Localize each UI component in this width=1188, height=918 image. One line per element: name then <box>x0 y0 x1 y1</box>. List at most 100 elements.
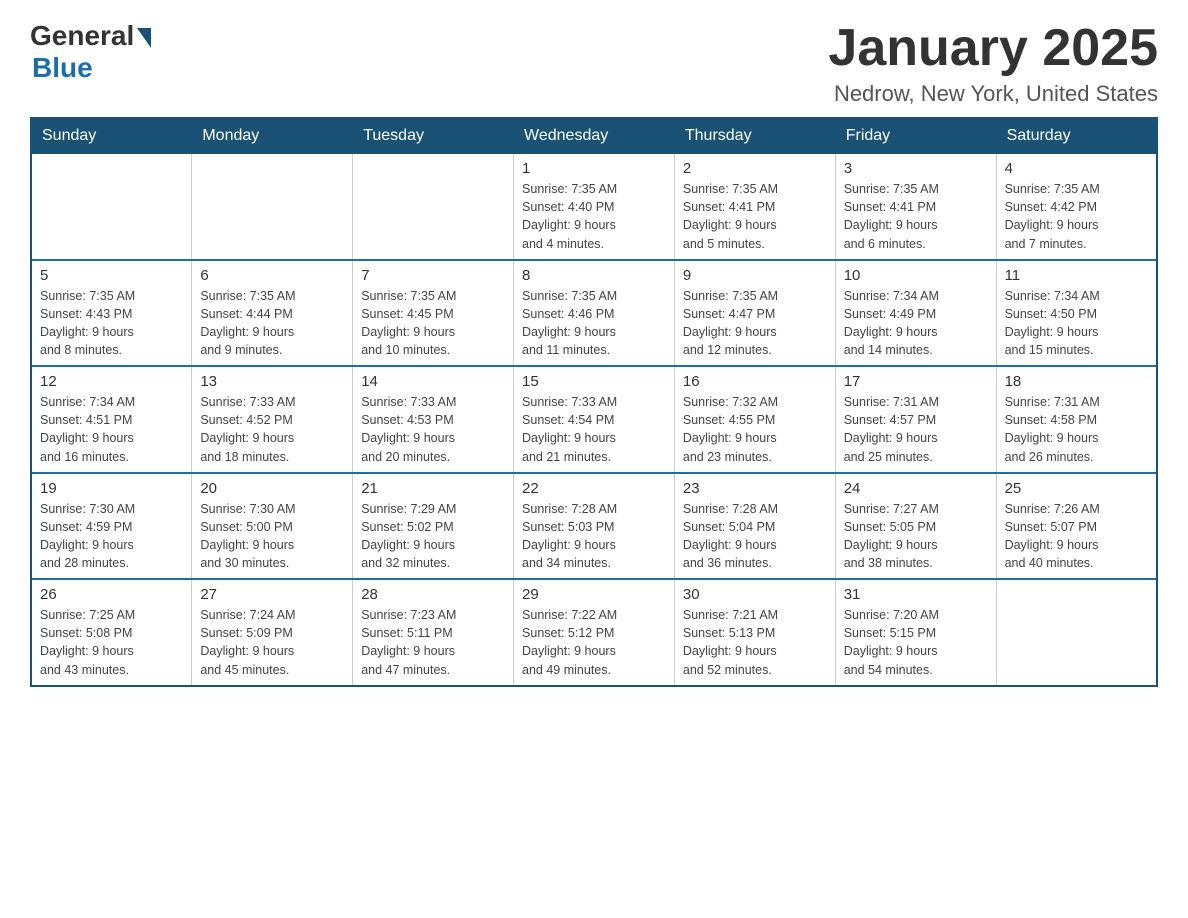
day-info: Sunrise: 7:35 AMSunset: 4:41 PMDaylight:… <box>683 180 827 253</box>
calendar-week-row: 1 Sunrise: 7:35 AMSunset: 4:40 PMDaylight… <box>31 154 1157 260</box>
calendar-day-9: 9 Sunrise: 7:35 AMSunset: 4:47 PMDaylight… <box>674 260 835 367</box>
day-number: 10 <box>844 267 988 284</box>
calendar-empty-cell <box>192 154 353 260</box>
calendar-subtitle: Nedrow, New York, United States <box>828 81 1158 107</box>
day-info: Sunrise: 7:31 AMSunset: 4:57 PMDaylight:… <box>844 393 988 466</box>
calendar-week-row: 19Sunrise: 7:30 AMSunset: 4:59 PMDayligh… <box>31 473 1157 580</box>
day-info: Sunrise: 7:33 AMSunset: 4:53 PMDaylight:… <box>361 393 505 466</box>
calendar-day-25: 25 Sunrise: 7:26 AMSunset: 5:07 PMDayligh… <box>996 473 1157 580</box>
calendar-day-22: 22Sunrise: 7:28 AMSunset: 5:03 PMDayligh… <box>514 473 675 580</box>
day-number: 27 <box>200 586 344 603</box>
calendar-title: January 2025 <box>828 20 1158 77</box>
calendar-day-7: 7Sunrise: 7:35 AMSunset: 4:45 PMDaylight… <box>353 260 514 367</box>
day-number: 12 <box>40 373 183 390</box>
day-number: 3 <box>844 160 988 177</box>
day-number: 26 <box>40 586 183 603</box>
day-number: 21 <box>361 480 505 497</box>
header-wednesday: Wednesday <box>514 118 675 154</box>
calendar-day-8: 8Sunrise: 7:35 AMSunset: 4:46 PMDaylight… <box>514 260 675 367</box>
calendar-day-2: 2 Sunrise: 7:35 AMSunset: 4:41 PMDaylight… <box>674 154 835 260</box>
day-info: Sunrise: 7:28 AMSunset: 5:04 PMDaylight:… <box>683 500 827 573</box>
day-number: 22 <box>522 480 666 497</box>
day-info: Sunrise: 7:34 AMSunset: 4:49 PMDaylight:… <box>844 287 988 360</box>
day-info: Sunrise: 7:29 AMSunset: 5:02 PMDaylight:… <box>361 500 505 573</box>
day-number: 2 <box>683 160 827 177</box>
logo-general-text: General <box>30 20 134 52</box>
day-number: 23 <box>683 480 827 497</box>
calendar-day-21: 21 Sunrise: 7:29 AMSunset: 5:02 PMDayligh… <box>353 473 514 580</box>
day-info: Sunrise: 7:23 AMSunset: 5:11 PMDaylight:… <box>361 606 505 679</box>
calendar-week-row: 26 Sunrise: 7:25 AMSunset: 5:08 PMDayligh… <box>31 579 1157 686</box>
day-info: Sunrise: 7:35 AMSunset: 4:47 PMDaylight:… <box>683 287 827 360</box>
day-info: Sunrise: 7:35 AMSunset: 4:42 PMDaylight:… <box>1005 180 1148 253</box>
day-info: Sunrise: 7:34 AMSunset: 4:51 PMDaylight:… <box>40 393 183 466</box>
calendar-week-row: 5 Sunrise: 7:35 AMSunset: 4:43 PMDaylight… <box>31 260 1157 367</box>
calendar-day-14: 14 Sunrise: 7:33 AMSunset: 4:53 PMDayligh… <box>353 366 514 473</box>
calendar-day-19: 19Sunrise: 7:30 AMSunset: 4:59 PMDayligh… <box>31 473 192 580</box>
day-info: Sunrise: 7:27 AMSunset: 5:05 PMDaylight:… <box>844 500 988 573</box>
calendar-empty-cell <box>996 579 1157 686</box>
day-number: 30 <box>683 586 827 603</box>
logo-blue-text: Blue <box>32 52 93 84</box>
calendar-day-10: 10 Sunrise: 7:34 AMSunset: 4:49 PMDayligh… <box>835 260 996 367</box>
logo: General Blue <box>30 20 151 84</box>
day-number: 16 <box>683 373 827 390</box>
calendar-header-row: SundayMondayTuesdayWednesdayThursdayFrid… <box>31 118 1157 154</box>
day-info: Sunrise: 7:25 AMSunset: 5:08 PMDaylight:… <box>40 606 183 679</box>
calendar-day-18: 18 Sunrise: 7:31 AMSunset: 4:58 PMDayligh… <box>996 366 1157 473</box>
calendar-empty-cell <box>353 154 514 260</box>
day-info: Sunrise: 7:26 AMSunset: 5:07 PMDaylight:… <box>1005 500 1148 573</box>
calendar-day-29: 29 Sunrise: 7:22 AMSunset: 5:12 PMDayligh… <box>514 579 675 686</box>
day-info: Sunrise: 7:34 AMSunset: 4:50 PMDaylight:… <box>1005 287 1148 360</box>
day-number: 5 <box>40 267 183 284</box>
calendar-day-30: 30 Sunrise: 7:21 AMSunset: 5:13 PMDayligh… <box>674 579 835 686</box>
day-info: Sunrise: 7:35 AMSunset: 4:41 PMDaylight:… <box>844 180 988 253</box>
page-header: General Blue January 2025 Nedrow, New Yo… <box>30 20 1158 107</box>
day-number: 25 <box>1005 480 1148 497</box>
day-info: Sunrise: 7:21 AMSunset: 5:13 PMDaylight:… <box>683 606 827 679</box>
day-info: Sunrise: 7:22 AMSunset: 5:12 PMDaylight:… <box>522 606 666 679</box>
day-number: 13 <box>200 373 344 390</box>
calendar-day-1: 1 Sunrise: 7:35 AMSunset: 4:40 PMDaylight… <box>514 154 675 260</box>
title-area: January 2025 Nedrow, New York, United St… <box>828 20 1158 107</box>
calendar-day-12: 12 Sunrise: 7:34 AMSunset: 4:51 PMDayligh… <box>31 366 192 473</box>
day-number: 14 <box>361 373 505 390</box>
day-info: Sunrise: 7:24 AMSunset: 5:09 PMDaylight:… <box>200 606 344 679</box>
day-number: 1 <box>522 160 666 177</box>
day-info: Sunrise: 7:35 AMSunset: 4:40 PMDaylight:… <box>522 180 666 253</box>
calendar-day-24: 24 Sunrise: 7:27 AMSunset: 5:05 PMDayligh… <box>835 473 996 580</box>
day-number: 19 <box>40 480 183 497</box>
day-number: 9 <box>683 267 827 284</box>
calendar-day-11: 11 Sunrise: 7:34 AMSunset: 4:50 PMDayligh… <box>996 260 1157 367</box>
day-info: Sunrise: 7:20 AMSunset: 5:15 PMDaylight:… <box>844 606 988 679</box>
day-number: 18 <box>1005 373 1148 390</box>
day-info: Sunrise: 7:35 AMSunset: 4:43 PMDaylight:… <box>40 287 183 360</box>
header-tuesday: Tuesday <box>353 118 514 154</box>
day-info: Sunrise: 7:35 AMSunset: 4:44 PMDaylight:… <box>200 287 344 360</box>
calendar-day-16: 16 Sunrise: 7:32 AMSunset: 4:55 PMDayligh… <box>674 366 835 473</box>
day-number: 15 <box>522 373 666 390</box>
calendar-day-26: 26 Sunrise: 7:25 AMSunset: 5:08 PMDayligh… <box>31 579 192 686</box>
day-number: 11 <box>1005 267 1148 284</box>
calendar-day-15: 15 Sunrise: 7:33 AMSunset: 4:54 PMDayligh… <box>514 366 675 473</box>
day-number: 28 <box>361 586 505 603</box>
day-number: 29 <box>522 586 666 603</box>
day-number: 31 <box>844 586 988 603</box>
calendar-day-27: 27 Sunrise: 7:24 AMSunset: 5:09 PMDayligh… <box>192 579 353 686</box>
day-info: Sunrise: 7:33 AMSunset: 4:52 PMDaylight:… <box>200 393 344 466</box>
day-number: 4 <box>1005 160 1148 177</box>
calendar-table: SundayMondayTuesdayWednesdayThursdayFrid… <box>30 117 1158 687</box>
day-info: Sunrise: 7:35 AMSunset: 4:46 PMDaylight:… <box>522 287 666 360</box>
day-number: 24 <box>844 480 988 497</box>
calendar-day-23: 23 Sunrise: 7:28 AMSunset: 5:04 PMDayligh… <box>674 473 835 580</box>
calendar-day-4: 4 Sunrise: 7:35 AMSunset: 4:42 PMDaylight… <box>996 154 1157 260</box>
day-info: Sunrise: 7:32 AMSunset: 4:55 PMDaylight:… <box>683 393 827 466</box>
calendar-day-31: 31 Sunrise: 7:20 AMSunset: 5:15 PMDayligh… <box>835 579 996 686</box>
day-number: 6 <box>200 267 344 284</box>
calendar-day-3: 3 Sunrise: 7:35 AMSunset: 4:41 PMDaylight… <box>835 154 996 260</box>
logo-triangle-icon <box>137 28 151 48</box>
day-info: Sunrise: 7:33 AMSunset: 4:54 PMDaylight:… <box>522 393 666 466</box>
day-info: Sunrise: 7:31 AMSunset: 4:58 PMDaylight:… <box>1005 393 1148 466</box>
day-info: Sunrise: 7:30 AMSunset: 5:00 PMDaylight:… <box>200 500 344 573</box>
header-monday: Monday <box>192 118 353 154</box>
